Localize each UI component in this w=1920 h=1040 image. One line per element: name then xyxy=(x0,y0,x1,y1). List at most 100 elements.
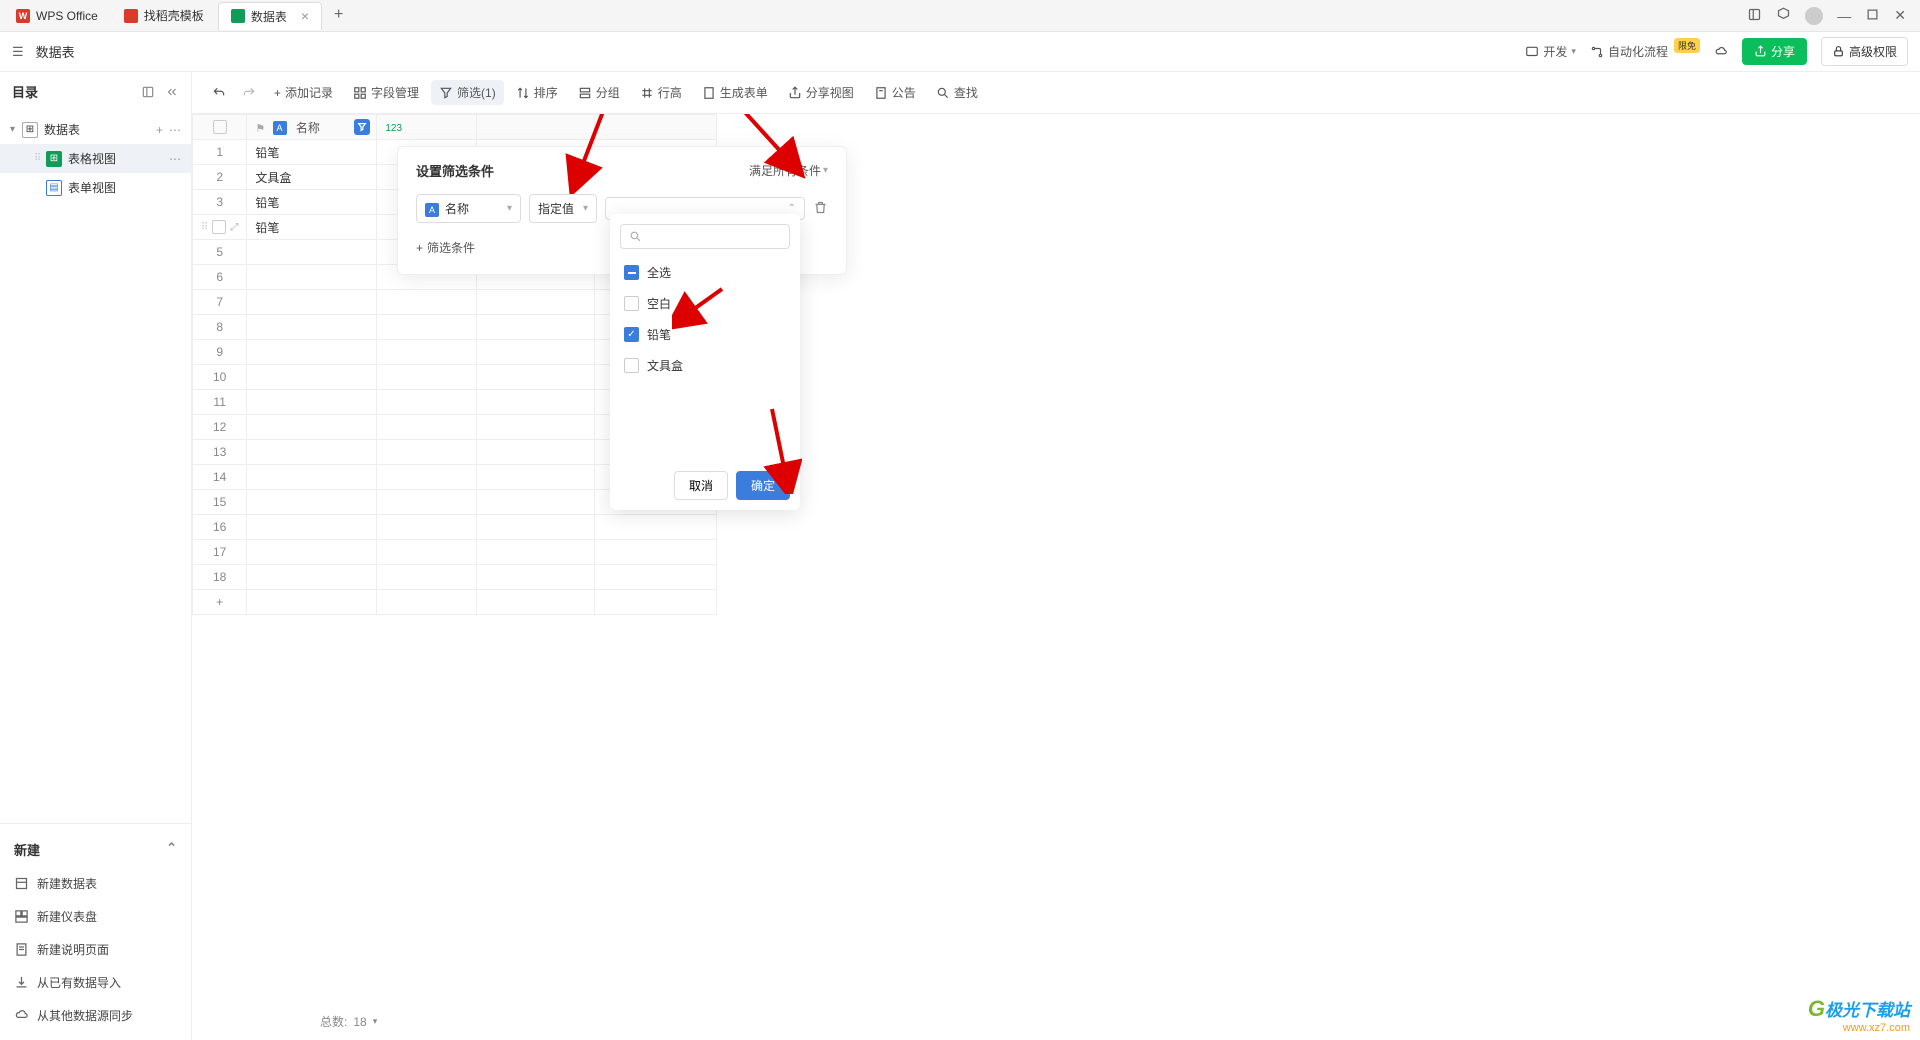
col3-header[interactable] xyxy=(477,115,595,140)
option-pencilbox[interactable]: 文具盒 xyxy=(620,350,790,381)
titlebar-tabs: W WPS Office 找稻壳模板 数据表 × + xyxy=(4,2,353,30)
option-all[interactable]: 全选 xyxy=(620,257,790,288)
filter-button[interactable]: 筛选(1) xyxy=(431,80,504,105)
select-all-header[interactable] xyxy=(193,115,247,140)
value-dropdown: 全选 空白 ✓铅笔 文具盒 取消 确定 xyxy=(610,214,800,510)
more-icon[interactable]: ⋯ xyxy=(169,123,181,137)
dev-label: 开发 xyxy=(1543,43,1567,60)
col-name-header[interactable]: ⚑ A 名称 xyxy=(247,115,377,140)
ok-button[interactable]: 确定 xyxy=(736,471,790,500)
new-title: 新建 xyxy=(14,840,40,859)
template-icon xyxy=(124,9,138,23)
status-footer: 总数: 18 ▾ xyxy=(320,1013,377,1030)
option-pencil[interactable]: ✓铅笔 xyxy=(620,319,790,350)
maximize-icon[interactable] xyxy=(1865,7,1880,25)
gen-form-button[interactable]: 生成表单 xyxy=(694,80,776,105)
row-checkbox[interactable] xyxy=(212,220,226,234)
wps-logo-icon: W xyxy=(16,9,30,23)
automation-label: 自动化流程 xyxy=(1608,43,1668,60)
announce-button[interactable]: 公告 xyxy=(866,80,924,105)
datasheet-icon xyxy=(231,9,245,23)
tab-label: WPS Office xyxy=(36,9,98,23)
table-row[interactable]: 18 xyxy=(193,565,717,590)
new-section-header[interactable]: 新建 ⌃ xyxy=(0,832,191,867)
share-view-button[interactable]: 分享视图 xyxy=(780,80,862,105)
chevron-down-icon: ▾ xyxy=(507,203,512,214)
tree-label: 数据表 xyxy=(44,121,80,138)
chevron-up-icon: ⌃ xyxy=(788,203,796,214)
text-field-icon: A xyxy=(273,121,287,135)
column-filter-icon[interactable] xyxy=(354,119,370,135)
delete-condition-button[interactable] xyxy=(813,200,828,218)
minimize-icon[interactable]: — xyxy=(1837,8,1851,24)
add-tab-button[interactable]: + xyxy=(324,2,353,30)
add-row-button[interactable]: + xyxy=(193,590,717,615)
free-badge: 限免 xyxy=(1674,38,1700,53)
tab-label: 找稻壳模板 xyxy=(144,7,204,24)
redo-button[interactable] xyxy=(236,82,262,104)
panel-icon[interactable] xyxy=(141,85,155,99)
permission-button[interactable]: 高级权限 xyxy=(1821,37,1908,66)
share-button[interactable]: 分享 xyxy=(1742,38,1807,65)
sidebar-new: 新建 ⌃ 新建数据表 新建仪表盘 新建说明页面 从已有数据导入 从其他数据源同步 xyxy=(0,823,191,1040)
tab-datasheet[interactable]: 数据表 × xyxy=(218,2,322,30)
table-row[interactable]: 16 xyxy=(193,515,717,540)
expand-icon[interactable]: ⤢ xyxy=(230,222,238,233)
hamburger-icon[interactable]: ☰ xyxy=(12,44,24,60)
share-label: 分享 xyxy=(1771,43,1795,60)
field-mgmt-button[interactable]: 字段管理 xyxy=(345,80,427,105)
app-menu-icon[interactable] xyxy=(1747,7,1762,25)
cancel-button[interactable]: 取消 xyxy=(674,471,728,500)
col2-header[interactable]: 123 xyxy=(377,115,477,140)
tab-wps-office[interactable]: W WPS Office xyxy=(4,2,110,30)
sync-source[interactable]: 从其他数据源同步 xyxy=(0,999,191,1032)
filter-cond-select[interactable]: 指定值 ▾ xyxy=(529,194,597,223)
new-doc-page[interactable]: 新建说明页面 xyxy=(0,933,191,966)
tree-root[interactable]: ▾ ⊞ 数据表 + ⋯ xyxy=(0,115,191,144)
tree-label: 表格视图 xyxy=(68,150,116,167)
checkbox-icon xyxy=(624,358,639,373)
add-record-button[interactable]: +添加记录 xyxy=(266,80,341,105)
tree-form-view[interactable]: ▤ 表单视图 xyxy=(0,173,191,202)
chevron-down-icon: ▾ xyxy=(1571,46,1576,57)
col4-header[interactable] xyxy=(595,115,717,140)
dev-button[interactable]: 开发 ▾ xyxy=(1525,43,1576,60)
share-view-icon xyxy=(788,86,802,100)
meet-all-dropdown[interactable]: 满足所有条件▾ xyxy=(749,162,828,179)
option-blank[interactable]: 空白 xyxy=(620,288,790,319)
perm-label: 高级权限 xyxy=(1849,43,1897,60)
header-actions: 开发 ▾ 自动化流程 限免 分享 高级权限 xyxy=(1525,37,1908,66)
tab-template[interactable]: 找稻壳模板 xyxy=(112,2,216,30)
chevron-down-icon[interactable]: ▾ xyxy=(373,1016,378,1027)
dev-icon xyxy=(1525,45,1539,59)
avatar[interactable] xyxy=(1805,7,1823,25)
drag-icon[interactable]: ⠿ xyxy=(201,222,208,233)
tree-table-view[interactable]: ⠿ ⊞ 表格视图 ⋯ xyxy=(0,144,191,173)
add-icon[interactable]: + xyxy=(156,123,163,137)
sort-button[interactable]: 排序 xyxy=(508,80,566,105)
more-icon[interactable]: ⋯ xyxy=(169,152,181,166)
titlebar: W WPS Office 找稻壳模板 数据表 × + — ✕ xyxy=(0,0,1920,32)
new-dashboard[interactable]: 新建仪表盘 xyxy=(0,900,191,933)
trash-icon xyxy=(813,200,828,215)
grid-icon: ⊞ xyxy=(46,151,62,167)
close-window-icon[interactable]: ✕ xyxy=(1894,7,1906,24)
cloud-button[interactable] xyxy=(1714,45,1728,59)
form-icon: ▤ xyxy=(46,180,62,196)
close-icon[interactable]: × xyxy=(301,8,309,24)
toolbar: +添加记录 字段管理 筛选(1) 排序 分组 行高 生成表单 分享视图 公告 查… xyxy=(192,72,1920,114)
watermark: G极光下载站 www.xz7.com xyxy=(1808,996,1910,1034)
collapse-icon[interactable] xyxy=(165,85,179,99)
search-button[interactable]: 查找 xyxy=(928,80,986,105)
automation-button[interactable]: 自动化流程 限免 xyxy=(1590,43,1700,60)
filter-field-select[interactable]: A名称 ▾ xyxy=(416,194,521,223)
cube-icon[interactable] xyxy=(1776,7,1791,25)
row-height-button[interactable]: 行高 xyxy=(632,80,690,105)
plus-icon: + xyxy=(274,86,281,100)
new-datasheet[interactable]: 新建数据表 xyxy=(0,867,191,900)
table-row[interactable]: 17 xyxy=(193,540,717,565)
group-button[interactable]: 分组 xyxy=(570,80,628,105)
dropdown-search[interactable] xyxy=(620,224,790,249)
import-existing[interactable]: 从已有数据导入 xyxy=(0,966,191,999)
undo-button[interactable] xyxy=(206,82,232,104)
